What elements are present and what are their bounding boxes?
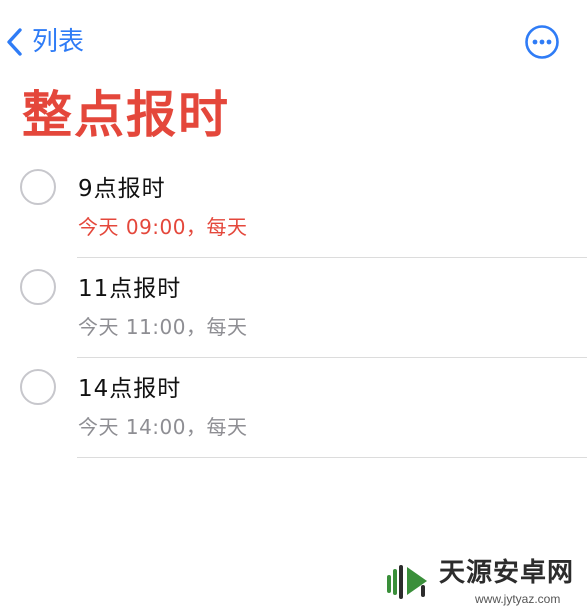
reminder-row[interactable]: 14点报时 今天 14:00，每天 xyxy=(0,358,587,458)
reminder-list: 9点报时 今天 09:00，每天 11点报时 今天 11:00，每天 14点报时… xyxy=(0,158,587,458)
chevron-left-icon xyxy=(6,27,24,57)
reminder-row[interactable]: 9点报时 今天 09:00，每天 xyxy=(0,158,587,258)
reminder-title: 11点报时 xyxy=(78,276,182,302)
reminder-row[interactable]: 11点报时 今天 11:00，每天 xyxy=(0,258,587,358)
back-label: 列表 xyxy=(32,27,85,57)
reminder-title: 9点报时 xyxy=(78,176,166,202)
row-divider xyxy=(77,457,587,458)
watermark-url: www.jytyaz.com xyxy=(475,592,561,606)
list-title: 整点报时 xyxy=(22,86,230,144)
back-button[interactable]: 列表 xyxy=(6,22,84,62)
reminder-title: 14点报时 xyxy=(78,376,182,402)
more-options-button[interactable] xyxy=(524,24,560,60)
complete-checkbox[interactable] xyxy=(20,369,56,405)
android-logo-icon xyxy=(383,559,435,611)
reminder-due-date: 今天 14:00，每天 xyxy=(78,415,248,439)
reminder-due-date: 今天 11:00，每天 xyxy=(78,315,248,339)
watermark: 天源安卓网 www.jytyaz.com xyxy=(383,555,579,611)
complete-checkbox[interactable] xyxy=(20,169,56,205)
navigation-bar: 列表 xyxy=(0,0,587,84)
watermark-text: 天源安卓网 xyxy=(439,558,575,588)
complete-checkbox[interactable] xyxy=(20,269,56,305)
reminder-due-date: 今天 09:00，每天 xyxy=(78,215,248,239)
ellipsis-circle-icon xyxy=(524,24,560,60)
